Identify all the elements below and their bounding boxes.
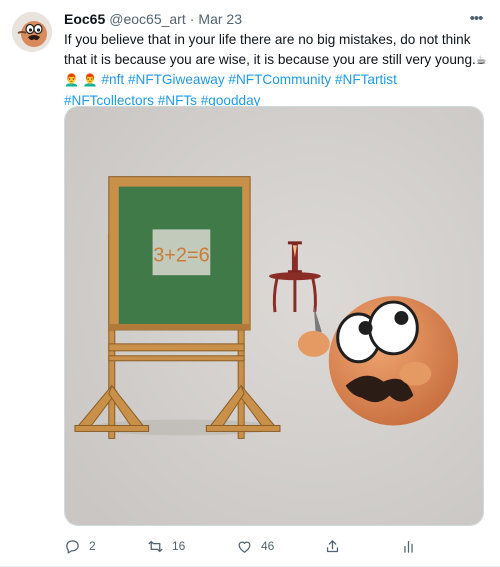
hashtag-link[interactable]: #nft — [101, 72, 124, 87]
reply-button[interactable]: 2 — [64, 538, 96, 555]
tweet-body: If you believe that in your life there a… — [64, 32, 476, 67]
tweet-header: Eoc65 @eoc65_art · Mar 23 — [64, 11, 242, 29]
like-button[interactable]: 46 — [236, 538, 274, 555]
like-count: 46 — [261, 539, 275, 553]
hashtag-link[interactable]: #NFTGiweaway — [128, 72, 225, 87]
retweet-button[interactable]: 16 — [147, 538, 185, 555]
person-emoji: 👨‍🦰 — [82, 73, 98, 87]
coffee-emoji: ☕ — [475, 52, 487, 67]
avatar[interactable] — [12, 12, 52, 52]
more-icon[interactable]: ••• — [466, 8, 486, 28]
retweet-count: 16 — [172, 539, 186, 553]
person-emoji: 👨‍🦰 — [64, 73, 79, 87]
tweet-image[interactable]: 3+2=6 — [64, 106, 484, 526]
tweet-text: If you believe that in your life there a… — [64, 30, 488, 110]
share-icon — [326, 539, 339, 552]
tweet[interactable]: Eoc65 @eoc65_art · Mar 23 ••• If you bel… — [0, 0, 500, 567]
reply-icon — [66, 539, 79, 554]
retweet-icon — [148, 540, 163, 552]
separator-dot: · — [189, 11, 195, 27]
share-button[interactable] — [324, 538, 341, 555]
board-text: 3+2=6 — [153, 244, 209, 266]
heart-icon — [238, 541, 251, 553]
analytics-button[interactable] — [400, 538, 417, 555]
hashtag-link[interactable]: #NFTCommunity — [228, 72, 331, 87]
reply-count: 2 — [89, 539, 96, 553]
tweet-date[interactable]: Mar 23 — [198, 11, 242, 27]
analytics-icon — [404, 540, 413, 553]
tweet-actions: 2 16 46 — [64, 533, 484, 559]
author-display-name[interactable]: Eoc65 — [64, 11, 105, 27]
author-handle[interactable]: @eoc65_art — [109, 11, 185, 27]
hashtag-link[interactable]: #NFTartist — [335, 72, 397, 87]
